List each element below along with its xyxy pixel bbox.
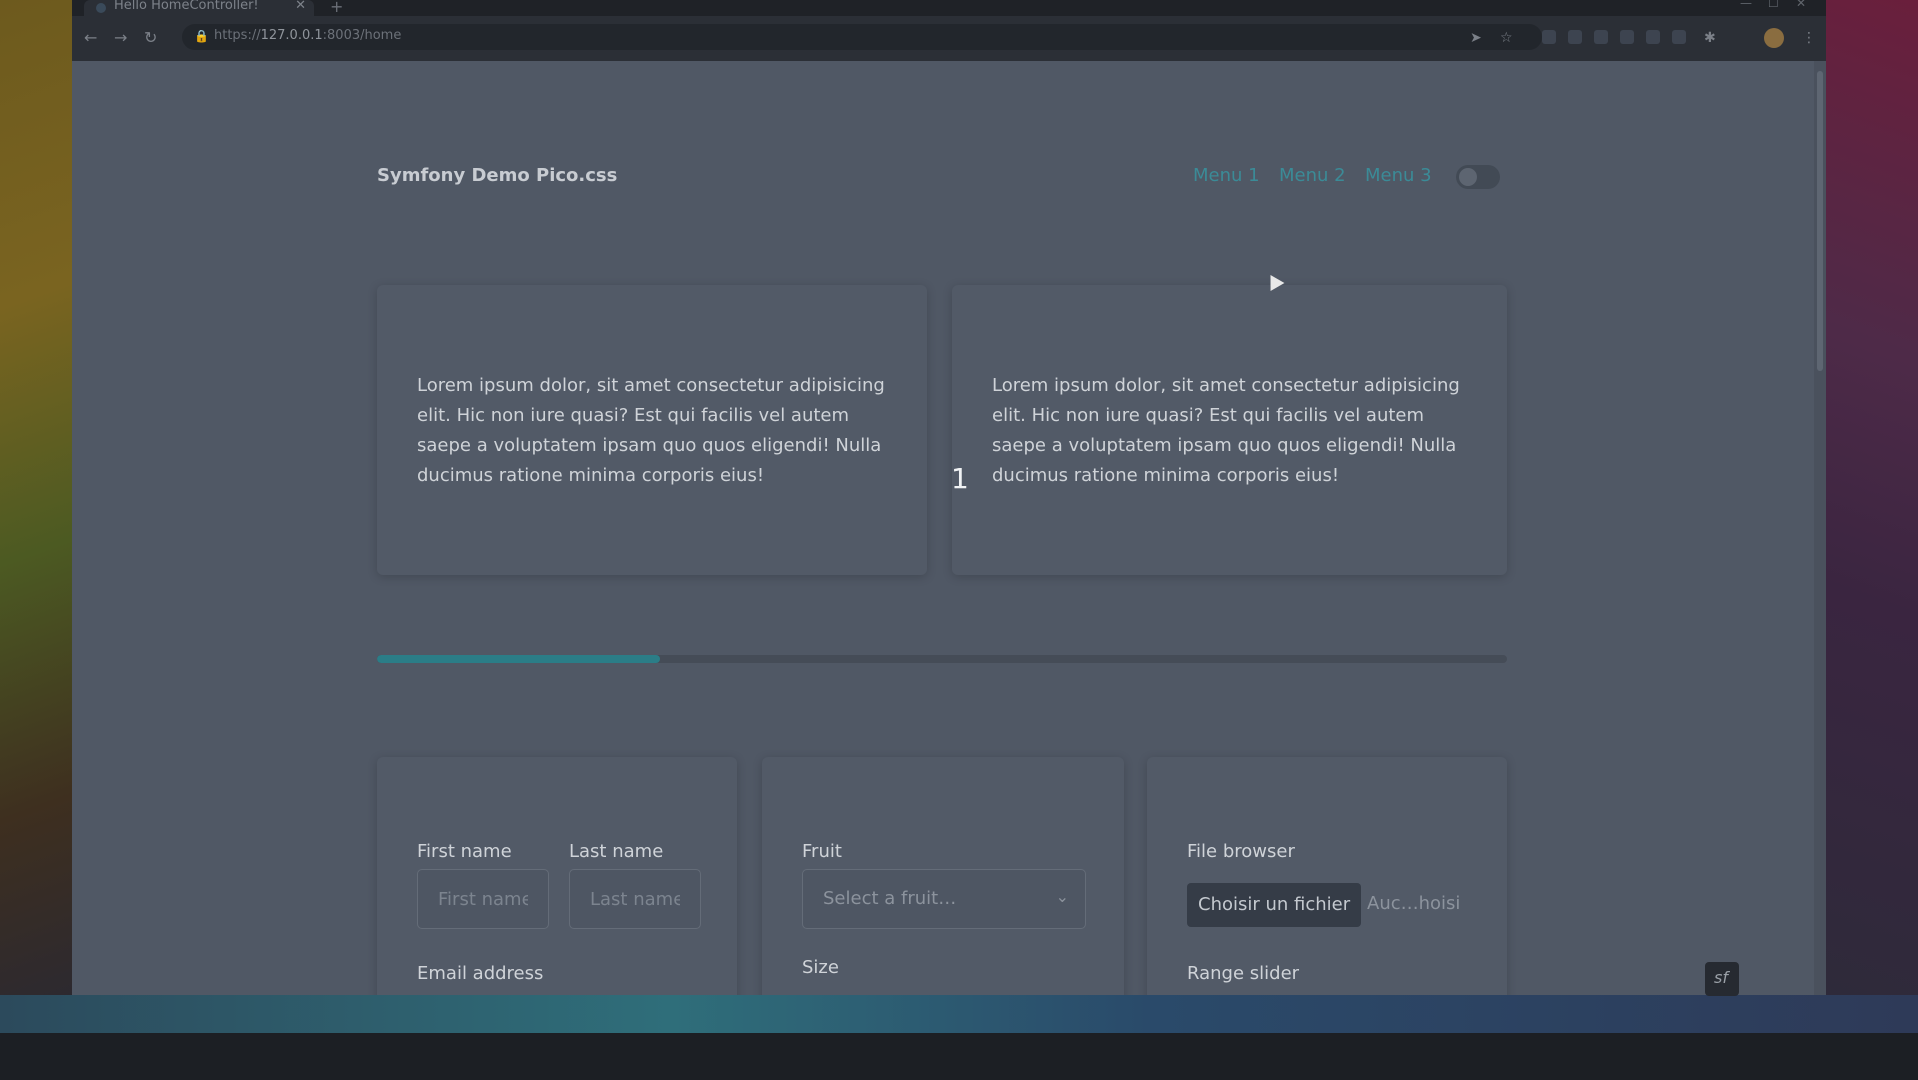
carousel-progress-bar [377, 655, 1507, 663]
nav-menu-1[interactable]: Menu 1 [1193, 165, 1260, 186]
first-name-field[interactable] [417, 869, 549, 929]
favicon-icon [96, 3, 106, 13]
nav-menu-2[interactable]: Menu 2 [1279, 165, 1346, 186]
url-text: https://127.0.0.1:8003/home [214, 28, 402, 43]
puzzle-icon[interactable]: ✱ [1704, 30, 1716, 46]
form-card-fruit: Fruit Select a fruit… ⌄ Size [762, 757, 1124, 995]
send-icon[interactable]: ➤ [1470, 30, 1482, 46]
fruit-selected-value: Select a fruit… [823, 888, 957, 909]
extension-icon[interactable] [1542, 30, 1556, 44]
card-text: Lorem ipsum dolor, sit amet consectetur … [992, 375, 1460, 486]
extension-icon[interactable] [1646, 30, 1660, 44]
fruit-select[interactable]: Select a fruit… ⌄ [802, 869, 1086, 929]
form-card-names: First name Last name Email address [377, 757, 737, 995]
nav-menu-3[interactable]: Menu 3 [1365, 165, 1432, 186]
browser-window: Hello HomeController! ✕ + — ☐ ✕ ← → ↻ 🔒 … [72, 0, 1826, 995]
size-label: Size [802, 957, 839, 978]
desktop-wallpaper-right [1826, 0, 1918, 1000]
address-bar[interactable]: 🔒 https://127.0.0.1:8003/home [182, 24, 1542, 50]
first-name-label: First name [417, 841, 512, 862]
last-name-label: Last name [569, 841, 664, 862]
form-card-files: File browser Choisir un fichier Auc…hois… [1147, 757, 1507, 995]
close-icon[interactable]: ✕ [295, 0, 306, 13]
more-menu-icon[interactable]: ⋮ [1802, 30, 1816, 46]
card-text: Lorem ipsum dolor, sit amet consectetur … [417, 375, 885, 486]
fruit-label: Fruit [802, 841, 842, 862]
star-icon[interactable]: ☆ [1500, 30, 1513, 46]
minimize-icon[interactable]: — [1740, 0, 1752, 10]
chevron-down-icon: ⌄ [1055, 887, 1069, 906]
extension-icon[interactable] [1568, 30, 1582, 44]
tab-bar: Hello HomeController! ✕ + — ☐ ✕ [72, 0, 1826, 16]
range-slider-label: Range slider [1187, 963, 1300, 984]
extension-icon[interactable] [1620, 30, 1634, 44]
desktop-wallpaper-left [0, 0, 72, 1000]
file-browser-label: File browser [1187, 841, 1295, 862]
maximize-icon[interactable]: ☐ [1768, 0, 1779, 10]
email-label: Email address [417, 963, 544, 984]
carousel-card: Lorem ipsum dolor, sit amet consectetur … [377, 285, 927, 575]
page-viewport: Symfony Demo Pico.css Menu 1 Menu 2 Menu… [72, 61, 1826, 995]
forward-arrow-icon[interactable]: → [114, 28, 127, 47]
last-name-field[interactable] [569, 869, 701, 929]
symfony-logo-icon: sf [1714, 968, 1728, 987]
extension-icon[interactable] [1594, 30, 1608, 44]
first-name-input[interactable] [418, 870, 548, 928]
taskbar [0, 1033, 1918, 1080]
choose-file-button[interactable]: Choisir un fichier [1187, 883, 1362, 927]
tab-title: Hello HomeController! [114, 0, 259, 13]
page-scrollbar[interactable] [1814, 61, 1826, 995]
symfony-toolbar-icon[interactable]: sf [1705, 962, 1739, 996]
site-brand[interactable]: Symfony Demo Pico.css [377, 165, 617, 186]
browser-tab[interactable]: Hello HomeController! ✕ [84, 0, 314, 16]
extension-icon[interactable] [1672, 30, 1686, 44]
desktop-wallpaper-bottom [0, 995, 1918, 1035]
reload-icon[interactable]: ↻ [144, 28, 157, 47]
new-tab-button[interactable]: + [330, 0, 343, 16]
slide-number: 1 [951, 462, 969, 495]
browser-toolbar: ← → ↻ 🔒 https://127.0.0.1:8003/home ➤ ☆ … [72, 16, 1826, 61]
scrollbar-thumb[interactable] [1817, 71, 1823, 371]
window-close-icon[interactable]: ✕ [1796, 0, 1806, 10]
profile-avatar[interactable] [1764, 28, 1784, 48]
toggle-knob [1459, 168, 1477, 186]
carousel-card: Lorem ipsum dolor, sit amet consectetur … [952, 285, 1507, 575]
theme-toggle[interactable] [1456, 165, 1500, 189]
back-arrow-icon[interactable]: ← [84, 28, 97, 47]
progress-fill [377, 655, 660, 663]
file-status-text: Auc…hoisi [1367, 893, 1461, 914]
last-name-input[interactable] [570, 870, 700, 928]
lock-icon: 🔒 [194, 29, 209, 43]
